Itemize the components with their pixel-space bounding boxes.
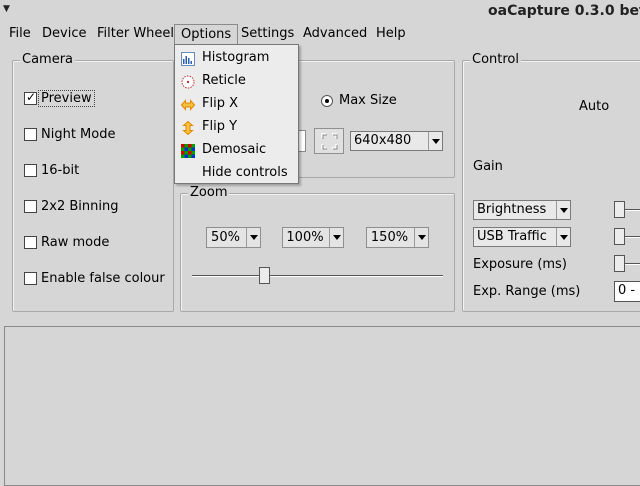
menu-settings[interactable]: Settings xyxy=(241,25,294,43)
chevron-down-icon xyxy=(556,228,570,246)
preview-area[interactable] xyxy=(4,326,640,486)
max-size-radio[interactable] xyxy=(321,95,333,107)
raw-mode-label[interactable]: Raw mode xyxy=(41,235,109,250)
window-menu-icon[interactable]: ▼ xyxy=(3,4,15,14)
zoom-150-label: 150% xyxy=(370,230,409,245)
exp-range-combo[interactable]: 0 - 5 xyxy=(614,281,640,302)
chevron-down-icon[interactable] xyxy=(414,228,428,247)
options-dropdown-menu: Histogram Reticle Flip X Flip Y Demosaic… xyxy=(174,44,299,184)
menu-item-hide-controls[interactable]: Hide controls xyxy=(175,162,298,185)
resolution-combo[interactable]: 640x480 xyxy=(350,131,443,151)
window-title: oaCapture 0.3.0 beta xyxy=(488,3,640,19)
preview-checkbox[interactable]: ✓ xyxy=(24,90,37,105)
brightness-slider-handle[interactable] xyxy=(614,201,625,218)
reticle-icon xyxy=(181,75,195,89)
menu-item-histogram-label: Histogram xyxy=(202,50,270,65)
menu-item-flip-x-label: Flip X xyxy=(202,96,238,111)
exposure-label: Exposure (ms) xyxy=(473,257,567,272)
menu-item-demosaic-label: Demosaic xyxy=(202,142,267,157)
menu-item-reticle[interactable]: Reticle xyxy=(175,70,298,93)
checkmark-icon: ✓ xyxy=(26,90,37,104)
title-bar: ▼ oaCapture 0.3.0 beta xyxy=(0,0,640,22)
max-size-label[interactable]: Max Size xyxy=(339,93,397,108)
radio-dot-icon xyxy=(325,99,329,103)
zoom-slider-handle[interactable] xyxy=(259,267,270,284)
brightness-combo-value: Brightness xyxy=(477,202,547,217)
zoom-150-button[interactable]: 150% xyxy=(366,227,429,248)
fullscreen-icon xyxy=(321,133,338,150)
menu-help[interactable]: Help xyxy=(376,25,406,43)
flip-y-icon xyxy=(182,121,194,135)
chevron-down-icon xyxy=(556,201,570,219)
control-group xyxy=(462,60,640,312)
usb-traffic-combo-value: USB Traffic xyxy=(477,229,547,244)
zoom-group-title: Zoom xyxy=(188,185,230,200)
fullscreen-button[interactable] xyxy=(314,128,344,154)
camera-group-title: Camera xyxy=(20,52,76,67)
resolution-value: 640x480 xyxy=(354,133,412,148)
demosaic-icon xyxy=(181,144,195,158)
false-colour-checkbox[interactable] xyxy=(24,272,37,285)
sixteen-bit-checkbox[interactable] xyxy=(24,164,37,177)
menu-filter-wheel[interactable]: Filter Wheel xyxy=(97,25,174,43)
menu-item-flip-y-label: Flip Y xyxy=(202,119,238,134)
menu-item-hide-controls-label: Hide controls xyxy=(202,165,288,180)
chevron-down-icon[interactable] xyxy=(329,228,343,247)
usb-traffic-slider-handle[interactable] xyxy=(614,228,625,245)
zoom-50-button[interactable]: 50% xyxy=(206,227,261,248)
menu-advanced[interactable]: Advanced xyxy=(303,25,367,43)
zoom-slider-track[interactable] xyxy=(192,275,443,277)
zoom-100-button[interactable]: 100% xyxy=(282,227,344,248)
false-colour-label[interactable]: Enable false colour xyxy=(41,271,165,286)
usb-traffic-combo[interactable]: USB Traffic xyxy=(473,227,571,247)
menu-item-reticle-label: Reticle xyxy=(202,73,246,88)
zoom-50-label: 50% xyxy=(211,230,240,245)
binning-label[interactable]: 2x2 Binning xyxy=(41,199,118,214)
gain-label: Gain xyxy=(473,159,503,174)
menu-options[interactable]: Options xyxy=(174,24,239,45)
control-group-title: Control xyxy=(470,52,521,67)
menu-item-flip-y[interactable]: Flip Y xyxy=(175,116,298,139)
menu-file[interactable]: File xyxy=(9,25,31,43)
brightness-combo[interactable]: Brightness xyxy=(473,200,571,220)
night-mode-label[interactable]: Night Mode xyxy=(41,127,115,142)
raw-mode-checkbox[interactable] xyxy=(24,236,37,249)
menu-device[interactable]: Device xyxy=(42,25,86,43)
flip-x-icon xyxy=(181,99,195,111)
menu-item-demosaic[interactable]: Demosaic xyxy=(175,139,298,162)
zoom-100-label: 100% xyxy=(286,230,324,245)
preview-checkbox-label[interactable]: Preview xyxy=(38,90,95,107)
auto-column-header: Auto xyxy=(579,99,610,114)
exposure-slider-handle[interactable] xyxy=(614,255,625,272)
night-mode-checkbox[interactable] xyxy=(24,128,37,141)
sixteen-bit-label[interactable]: 16-bit xyxy=(41,163,79,178)
menu-item-histogram[interactable]: Histogram xyxy=(175,47,298,70)
exp-range-label: Exp. Range (ms) xyxy=(473,284,581,299)
chevron-down-icon[interactable] xyxy=(246,228,260,247)
binning-checkbox[interactable] xyxy=(24,200,37,213)
zoom-group xyxy=(180,193,455,312)
histogram-icon xyxy=(181,52,195,66)
menu-item-flip-x[interactable]: Flip X xyxy=(175,93,298,116)
exp-range-value: 0 - 5 xyxy=(618,283,640,298)
chevron-down-icon xyxy=(428,132,442,150)
